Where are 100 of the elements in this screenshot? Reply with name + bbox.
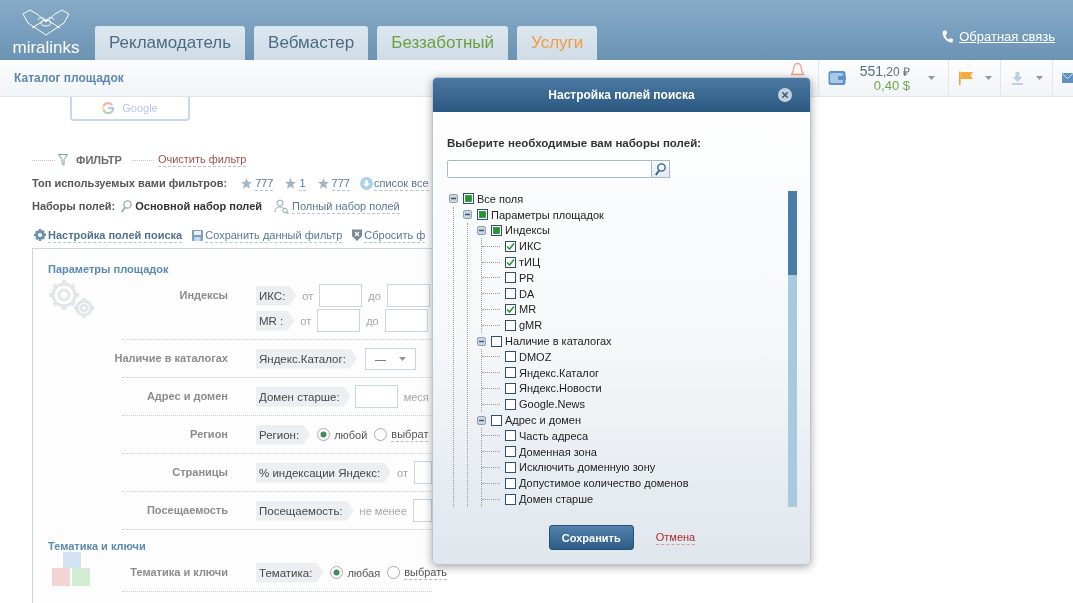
- clear-filter-link[interactable]: Очистить фильтр: [157, 153, 247, 167]
- radio-button[interactable]: [387, 566, 401, 579]
- wallet-icon[interactable]: [827, 70, 846, 86]
- checkbox[interactable]: [505, 382, 516, 394]
- section-title: Тематика и ключи: [47, 539, 146, 554]
- caret-icon[interactable]: [985, 76, 992, 80]
- tree-item-label[interactable]: Яндекс.Новости: [519, 382, 602, 395]
- radio-label[interactable]: выбрат: [391, 427, 429, 442]
- tree-item-label[interactable]: Адрес и домен: [505, 414, 582, 427]
- tree-item-label[interactable]: Яндекс.Каталог: [519, 366, 600, 379]
- tree-item-label[interactable]: тИЦ: [519, 256, 541, 269]
- checkbox[interactable]: [505, 319, 516, 331]
- radio-label[interactable]: любая: [347, 565, 381, 580]
- tree-item-label[interactable]: DMOZ: [519, 350, 552, 363]
- checkbox[interactable]: [463, 193, 474, 205]
- tree-item-label[interactable]: Наличие в каталогах: [505, 335, 612, 348]
- scrollbar-thumb[interactable]: [788, 191, 797, 275]
- field-set-link[interactable]: Полный набор полей: [292, 198, 400, 214]
- all-filters-link[interactable]: список все: [373, 175, 429, 191]
- input-field[interactable]: [412, 499, 432, 522]
- tree-item-label[interactable]: gMR: [519, 319, 543, 332]
- filter-action-link[interactable]: Сбросить ф: [364, 227, 426, 243]
- row-label: Регион: [190, 427, 228, 442]
- input-field[interactable]: [384, 309, 428, 332]
- checkbox[interactable]: [505, 477, 516, 489]
- g-logo-icon: [102, 102, 115, 114]
- section-title: Параметры площадок: [47, 262, 169, 277]
- input-field[interactable]: [317, 309, 361, 332]
- collapse-icon[interactable]: [449, 194, 458, 204]
- checkbox[interactable]: [505, 303, 516, 315]
- star-icon: [241, 177, 253, 189]
- input-field[interactable]: [414, 461, 432, 484]
- collapse-icon[interactable]: [477, 415, 486, 425]
- checkbox[interactable]: [491, 414, 502, 426]
- filter-link[interactable]: 777: [255, 175, 274, 191]
- cancel-link[interactable]: Отмена: [655, 530, 696, 545]
- tree-item-label[interactable]: Google.News: [519, 398, 586, 411]
- page-title: Каталог площадок: [14, 71, 124, 85]
- filter-title: ФИЛЬТР: [76, 154, 122, 166]
- top-filters-label: Топ используемых вами фильтров:: [32, 177, 228, 189]
- input-field[interactable]: [354, 385, 398, 408]
- nav-tab[interactable]: Рекламодатель: [95, 26, 246, 60]
- caret-icon[interactable]: [398, 356, 406, 361]
- collapse-icon[interactable]: [477, 226, 486, 235]
- tree-item-label[interactable]: Все поля: [477, 192, 524, 205]
- close-icon[interactable]: [778, 88, 792, 102]
- checkbox[interactable]: [491, 225, 502, 236]
- radio-label[interactable]: любой: [334, 427, 368, 442]
- collapse-icon[interactable]: [477, 336, 486, 346]
- unit-text: от: [302, 289, 314, 302]
- field-tag: Регион:: [256, 424, 311, 445]
- checkbox[interactable]: [505, 398, 516, 410]
- checkbox[interactable]: [505, 493, 516, 505]
- tree-item-label[interactable]: DA: [519, 287, 535, 300]
- input-field[interactable]: [319, 284, 363, 307]
- tree-item-label[interactable]: Параметры площадок: [491, 208, 604, 221]
- tree-item-label[interactable]: Допустимое количество доменов: [519, 477, 689, 490]
- nav-tab[interactable]: Вебмастер: [254, 26, 369, 60]
- checkbox[interactable]: [505, 430, 516, 442]
- input-field[interactable]: [386, 284, 430, 307]
- select-dropdown[interactable]: —: [364, 347, 416, 370]
- tree-item-label[interactable]: Индексы: [505, 224, 550, 237]
- save-button[interactable]: Сохранить: [548, 525, 634, 550]
- checkbox[interactable]: [505, 288, 516, 300]
- filter-action-link[interactable]: Сохранить данный фильтр: [205, 227, 343, 243]
- filter-link[interactable]: 1: [299, 175, 306, 191]
- collapse-icon[interactable]: [463, 210, 472, 220]
- envelope-icon[interactable]: [1062, 72, 1073, 84]
- radio-button[interactable]: [330, 566, 344, 579]
- filter-link[interactable]: 777: [331, 175, 350, 191]
- checkbox[interactable]: [491, 335, 502, 347]
- checkbox[interactable]: [505, 240, 516, 252]
- caret-icon[interactable]: [928, 76, 935, 80]
- radio-button[interactable]: [317, 428, 331, 441]
- scrollbar-track[interactable]: [788, 191, 797, 507]
- tree-item-label[interactable]: MR: [519, 303, 537, 316]
- checkbox[interactable]: [477, 209, 488, 221]
- search-button[interactable]: [652, 160, 670, 178]
- tree-item-label[interactable]: Домен старше: [519, 493, 594, 506]
- tree-item-label[interactable]: Доменная зона: [519, 445, 597, 458]
- search-field[interactable]: [447, 160, 652, 178]
- unit-text: от: [300, 314, 312, 327]
- row-label: Посещаемость: [146, 503, 228, 518]
- checkbox[interactable]: [505, 367, 516, 379]
- checkbox[interactable]: [505, 351, 516, 363]
- row-label: Адрес и домен: [146, 389, 228, 404]
- unit-text: до: [366, 314, 379, 327]
- tree-item-label[interactable]: Исключить доменную зону: [519, 461, 656, 474]
- field-set-link[interactable]: Основной набор полей: [135, 200, 263, 212]
- caret-icon[interactable]: [1036, 76, 1043, 80]
- radio-button[interactable]: [374, 428, 388, 441]
- filter-action-link[interactable]: Настройка полей поиска: [48, 227, 183, 243]
- checkbox[interactable]: [505, 272, 516, 284]
- checkbox[interactable]: [505, 461, 516, 473]
- checkbox[interactable]: [505, 446, 516, 458]
- tree-item-label[interactable]: Часть адреса: [519, 429, 589, 442]
- tree-item-label[interactable]: ИКС: [519, 240, 542, 253]
- row-label: Тематика и ключи: [130, 565, 228, 580]
- tree-item-label[interactable]: PR: [519, 271, 535, 284]
- checkbox[interactable]: [505, 256, 516, 268]
